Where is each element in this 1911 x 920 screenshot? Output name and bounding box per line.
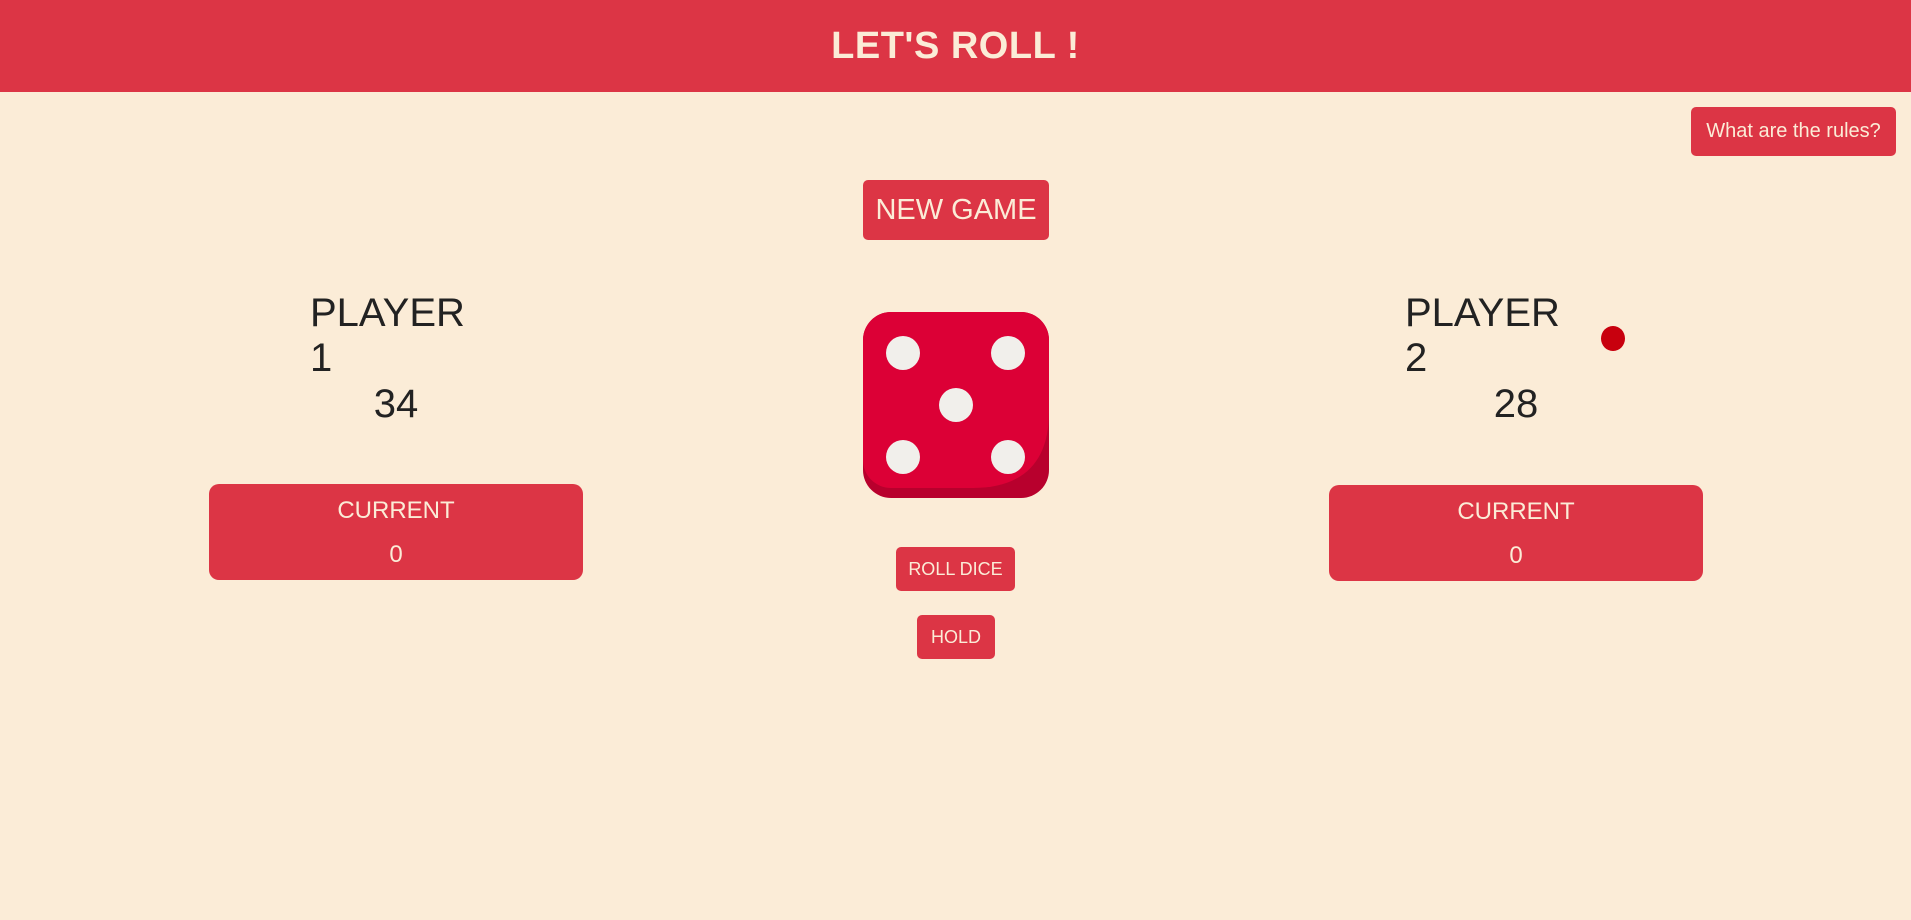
dice-five-icon	[863, 312, 1049, 498]
player-2-current-value: 0	[1509, 542, 1523, 569]
hold-button[interactable]: HOLD	[917, 615, 995, 659]
player-1-score: 34	[373, 382, 419, 426]
player-1-name: PLAYER 1	[310, 291, 482, 380]
page-title: LET'S ROLL !	[831, 24, 1080, 67]
active-player-indicator-icon	[1601, 325, 1625, 351]
player-1-name-label: PLAYER 1	[310, 291, 465, 380]
top-bar: LET'S ROLL !	[0, 0, 1911, 92]
rules-button[interactable]: What are the rules?	[1691, 107, 1896, 156]
player-2-name: PLAYER 2	[1405, 291, 1625, 380]
player-2-score: 28	[1493, 382, 1539, 426]
new-game-button[interactable]: NEW GAME	[863, 180, 1049, 240]
player-2-current-box: CURRENT 0	[1329, 485, 1703, 581]
player-1-current-value: 0	[389, 541, 403, 568]
player-1-current-box: CURRENT 0	[209, 484, 583, 580]
player-1-current-label: CURRENT	[337, 497, 455, 524]
player-2-current-label: CURRENT	[1457, 498, 1575, 525]
roll-dice-button[interactable]: ROLL DICE	[896, 547, 1015, 591]
player-2-name-label: PLAYER 2	[1405, 291, 1560, 380]
